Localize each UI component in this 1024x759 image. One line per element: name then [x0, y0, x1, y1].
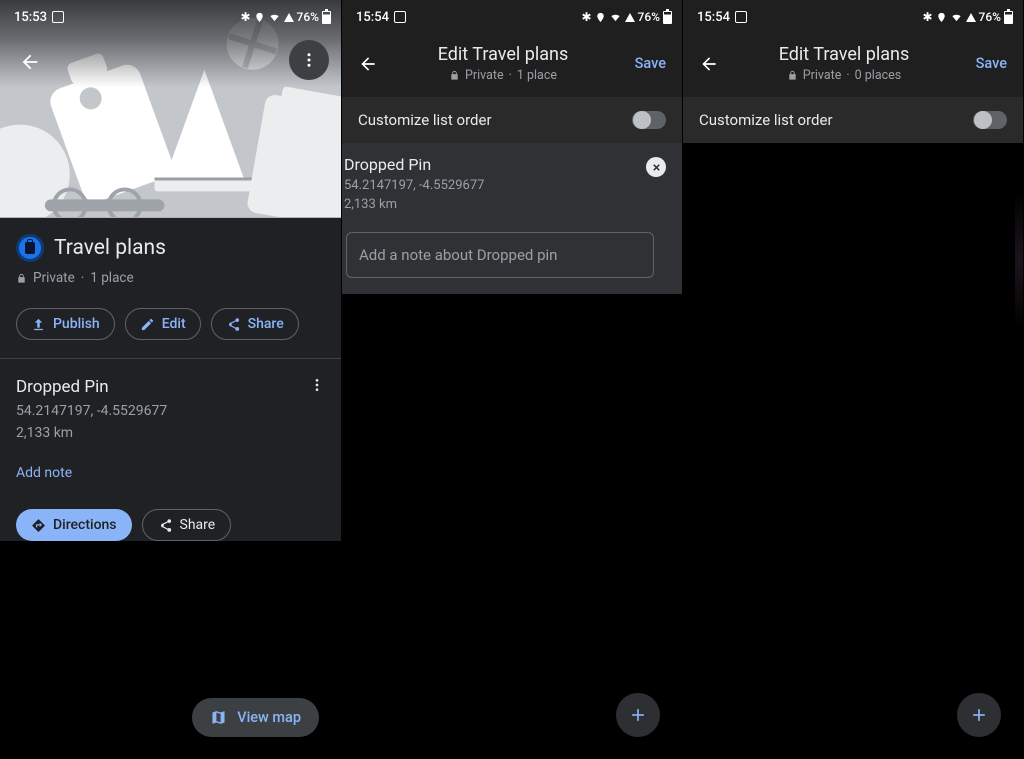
add-place-fab[interactable] [957, 693, 1001, 737]
pin-card: Dropped Pin 54.2147197, -4.5529677 2,133… [342, 143, 682, 294]
suitcase-icon [16, 234, 44, 262]
share-icon [158, 518, 173, 533]
status-right: ✱ 76% [240, 10, 331, 24]
status-time: 15:54 [697, 10, 730, 25]
wifi-icon [950, 12, 963, 23]
page-subtitle: Private·0 places [723, 68, 965, 83]
plus-icon [628, 705, 648, 725]
remove-pin-button[interactable] [646, 157, 666, 177]
pin-coords: 54.2147197, -4.5529677 [344, 178, 668, 193]
customize-order-label: Customize list order [358, 111, 492, 129]
publish-icon [31, 317, 46, 332]
pin-title: Dropped Pin [344, 155, 668, 174]
share-list-button[interactable]: Share [211, 308, 299, 340]
more-options-button[interactable] [289, 40, 329, 80]
signal-icon [966, 13, 976, 22]
battery-icon [322, 11, 331, 24]
page-subtitle: Private·1 place [382, 68, 624, 83]
list-subtitle: Private·1 place [16, 270, 325, 286]
back-button[interactable] [354, 54, 382, 74]
status-right: ✱ 76% [922, 10, 1013, 24]
signal-icon [284, 13, 294, 22]
close-icon [651, 162, 662, 173]
battery-icon [663, 11, 672, 24]
customize-order-toggle[interactable] [632, 111, 666, 129]
hero-image [0, 0, 341, 218]
place-coords: 54.2147197, -4.5529677 [16, 403, 167, 419]
pencil-icon [140, 317, 155, 332]
battery-pct: 76% [297, 10, 319, 24]
status-app-icon [394, 11, 406, 23]
list-title: Travel plans [54, 236, 166, 260]
directions-button[interactable]: Directions [16, 509, 132, 541]
place-title: Dropped Pin [16, 377, 167, 397]
wifi-icon [609, 12, 622, 23]
view-map-button[interactable]: View map [192, 698, 319, 737]
status-right: ✱ 76% [581, 10, 672, 24]
pin-distance: 2,133 km [344, 197, 668, 212]
back-button[interactable] [10, 42, 50, 82]
status-time: 15:53 [14, 10, 47, 25]
location-icon [595, 12, 606, 23]
battery-pct: 76% [638, 10, 660, 24]
battery-icon [1004, 11, 1013, 24]
lock-icon [787, 70, 798, 81]
page-title: Edit Travel plans [382, 44, 624, 65]
lock-icon [449, 70, 460, 81]
customize-order-toggle[interactable] [973, 111, 1007, 129]
battery-pct: 76% [979, 10, 1001, 24]
location-icon [936, 12, 947, 23]
plus-icon [969, 705, 989, 725]
share-place-button[interactable]: Share [142, 509, 232, 541]
add-place-fab[interactable] [616, 693, 660, 737]
place-more-button[interactable] [309, 377, 325, 397]
status-app-icon [52, 11, 64, 23]
customize-order-label: Customize list order [699, 111, 833, 129]
page-title: Edit Travel plans [723, 44, 965, 65]
status-app-icon [735, 11, 747, 23]
add-note-link[interactable]: Add note [16, 465, 325, 481]
signal-icon [625, 13, 635, 22]
status-time: 15:54 [356, 10, 389, 25]
lock-icon [16, 273, 27, 284]
location-icon [254, 12, 265, 23]
wifi-icon [268, 12, 281, 23]
directions-icon [31, 518, 46, 533]
save-button[interactable]: Save [624, 55, 666, 72]
share-icon [226, 317, 241, 332]
note-input[interactable]: Add a note about Dropped pin [346, 232, 654, 278]
place-distance: 2,133 km [16, 425, 167, 441]
save-button[interactable]: Save [965, 55, 1007, 72]
back-button[interactable] [695, 54, 723, 74]
map-icon [210, 709, 227, 726]
edit-button[interactable]: Edit [125, 308, 201, 340]
edge-glow [1015, 160, 1023, 360]
publish-button[interactable]: Publish [16, 308, 115, 340]
